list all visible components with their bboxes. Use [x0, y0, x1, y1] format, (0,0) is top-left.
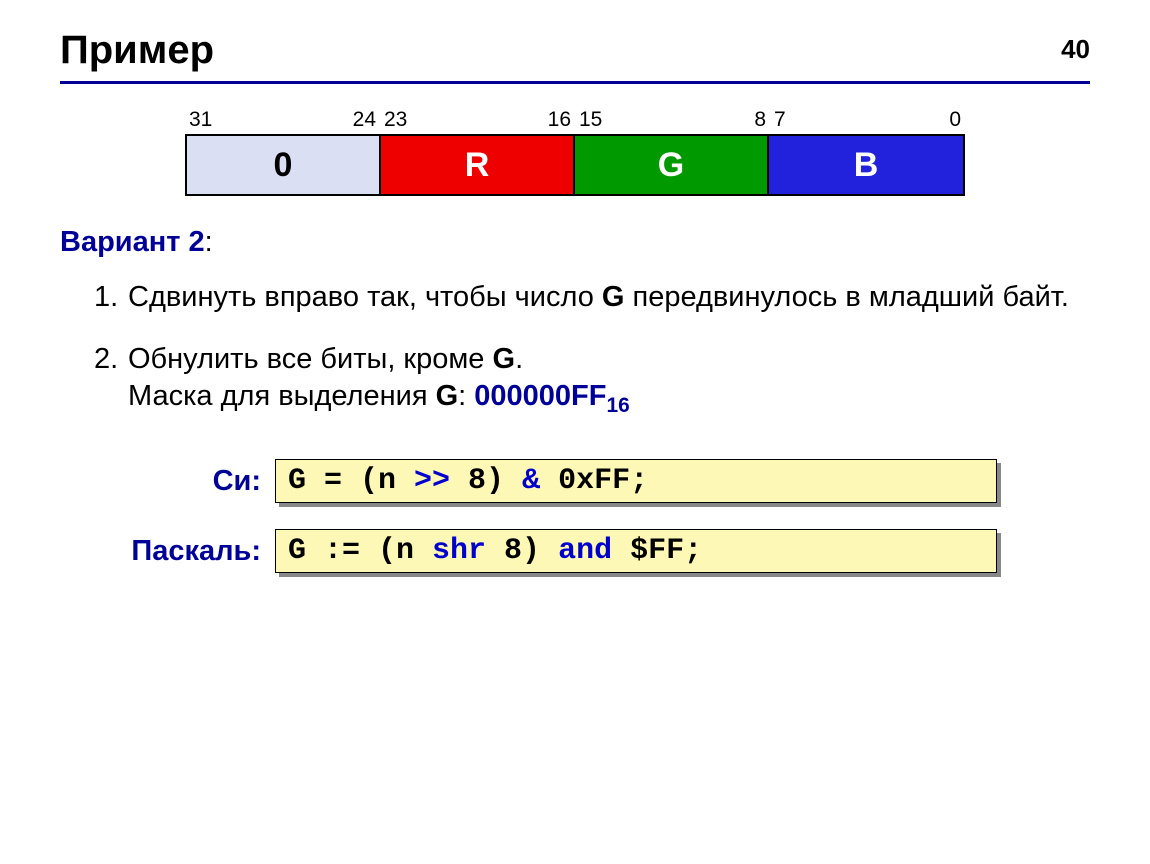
- bit-range-0: 3124: [185, 108, 380, 134]
- byte-box-b: B: [769, 136, 963, 194]
- byte-box-g: G: [575, 136, 769, 194]
- bit-diagram: 3124 2316 158 70 0 R G B: [185, 108, 965, 196]
- code-box-c: G = (n >> 8) & 0xFF;: [275, 459, 997, 503]
- code-text-pascal: G := (n shr 8) and $FF;: [275, 529, 997, 573]
- step-list: 1. Сдвинуть вправо так, чтобы число G пе…: [94, 279, 1090, 419]
- code-label-pascal: Паскаль:: [60, 535, 275, 568]
- slide-title: Пример: [60, 28, 1090, 73]
- variant-heading: Вариант 2:: [60, 226, 1090, 259]
- code-label-c: Си:: [60, 465, 275, 498]
- bit-range-1: 2316: [380, 108, 575, 134]
- code-text-c: G = (n >> 8) & 0xFF;: [275, 459, 997, 503]
- bit-index-row: 3124 2316 158 70: [185, 108, 965, 134]
- step-2-text: Обнулить все биты, кроме G. Маска для вы…: [128, 341, 630, 420]
- code-row-c: Си: G = (n >> 8) & 0xFF;: [60, 459, 1090, 503]
- step-1: 1. Сдвинуть вправо так, чтобы число G пе…: [94, 279, 1090, 317]
- byte-box-r: R: [381, 136, 575, 194]
- title-divider: [60, 81, 1090, 84]
- code-box-pascal: G := (n shr 8) and $FF;: [275, 529, 997, 573]
- step-2-number: 2.: [94, 341, 128, 420]
- byte-box-zero: 0: [187, 136, 381, 194]
- step-1-text: Сдвинуть вправо так, чтобы число G перед…: [128, 279, 1069, 317]
- code-row-pascal: Паскаль: G := (n shr 8) and $FF;: [60, 529, 1090, 573]
- byte-boxes: 0 R G B: [185, 134, 965, 196]
- slide: 40 Пример 3124 2316 158 70 0 R G B Вариа…: [0, 0, 1150, 864]
- bit-range-3: 70: [770, 108, 965, 134]
- step-1-number: 1.: [94, 279, 128, 317]
- bit-range-2: 158: [575, 108, 770, 134]
- page-number: 40: [1061, 34, 1090, 65]
- step-2: 2. Обнулить все биты, кроме G. Маска для…: [94, 341, 1090, 420]
